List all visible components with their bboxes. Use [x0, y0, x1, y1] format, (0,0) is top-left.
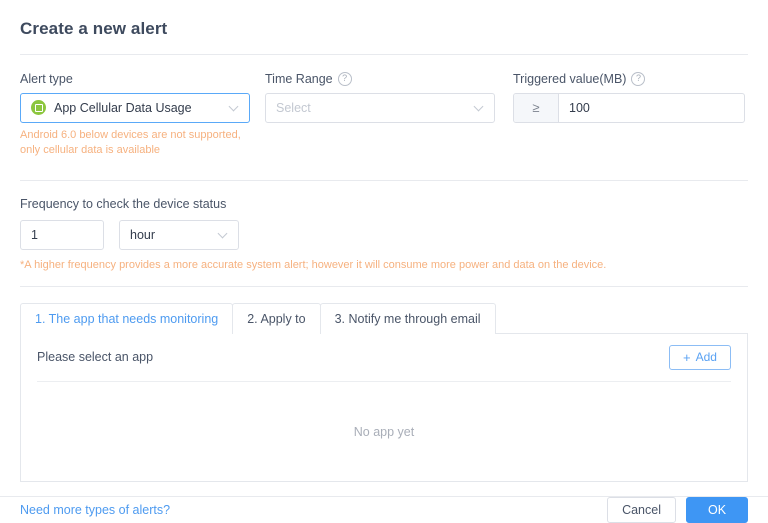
empty-state: No app yet	[37, 382, 731, 482]
time-range-field: Time Range Select	[265, 71, 495, 158]
time-range-label-text: Time Range	[265, 71, 333, 86]
tab-label: 3. Notify me through email	[334, 311, 481, 326]
section-divider-1	[20, 179, 748, 181]
question-circle-icon[interactable]	[337, 71, 352, 86]
empty-state-text: No app yet	[353, 424, 415, 439]
tab-label: 1. The app that needs monitoring	[35, 311, 219, 326]
question-circle-icon[interactable]	[631, 71, 646, 86]
alert-type-warning: Android 6.0 below devices are not suppor…	[20, 128, 241, 156]
panel-header: Please select an app + Add	[37, 334, 731, 382]
dialog-body: Alert type App Cellular Data Usage Andro…	[0, 55, 768, 482]
add-app-button[interactable]: + Add	[669, 344, 731, 370]
dialog-header: Create a new alert	[0, 0, 768, 40]
tab-label: 2. Apply to	[247, 311, 306, 326]
time-range-select[interactable]: Select	[265, 92, 495, 123]
frequency-section: Frequency to check the device status 1 h…	[20, 197, 748, 273]
triggered-value-group: ≥ 100	[513, 92, 745, 123]
ok-button[interactable]: OK	[686, 496, 748, 523]
frequency-count-value: 1	[31, 227, 38, 242]
time-range-label: Time Range	[265, 71, 495, 87]
alert-type-label: Alert type	[20, 71, 250, 87]
alert-type-field: Alert type App Cellular Data Usage Andro…	[20, 71, 250, 158]
tab-panel: Please select an app + Add No app yet	[20, 332, 748, 482]
cancel-button[interactable]: Cancel	[607, 496, 676, 523]
frequency-unit-value: hour	[130, 227, 156, 242]
tab-apply-to[interactable]: 2. Apply to	[232, 302, 321, 334]
tab-list: 1. The app that needs monitoring 2. Appl…	[20, 302, 748, 334]
chevron-down-icon	[475, 103, 484, 112]
alert-type-label-text: Alert type	[20, 71, 73, 86]
section-divider-2	[20, 285, 748, 287]
tab-app-monitoring[interactable]: 1. The app that needs monitoring	[20, 302, 234, 334]
footer-actions: Cancel OK	[607, 496, 748, 523]
tab-notify-email[interactable]: 3. Notify me through email	[319, 302, 496, 334]
app-package-icon	[31, 100, 46, 116]
triggered-value-operator[interactable]: ≥	[514, 93, 559, 122]
triggered-value-field: Triggered value(MB) ≥ 100	[513, 71, 745, 158]
frequency-hint: *A higher frequency provides a more accu…	[20, 258, 607, 271]
triggered-value-label: Triggered value(MB)	[513, 71, 745, 87]
monitoring-tabs-section: 1. The app that needs monitoring 2. Appl…	[20, 302, 748, 482]
select-app-label: Please select an app	[37, 350, 154, 365]
triggered-value-input[interactable]: 100	[559, 94, 744, 122]
frequency-label: Frequency to check the device status	[20, 196, 227, 211]
dialog-footer: Need more types of alerts? Cancel OK	[0, 496, 768, 523]
chevron-down-icon	[230, 103, 239, 112]
plus-icon: +	[683, 349, 691, 365]
time-range-placeholder: Select	[276, 100, 311, 115]
chevron-down-icon	[219, 230, 228, 239]
frequency-row: 1 hour	[20, 219, 748, 250]
frequency-unit-select[interactable]: hour	[119, 219, 239, 250]
frequency-count-input[interactable]: 1	[20, 219, 104, 250]
triggered-value-label-text: Triggered value(MB)	[513, 71, 627, 86]
more-alert-types-link[interactable]: Need more types of alerts?	[20, 503, 170, 517]
add-button-label: Add	[695, 350, 717, 365]
create-alert-dialog: Create a new alert Alert type App Cellul…	[0, 0, 768, 523]
page-title: Create a new alert	[20, 19, 168, 38]
alert-config-row: Alert type App Cellular Data Usage Andro…	[20, 71, 748, 158]
alert-type-value: App Cellular Data Usage	[54, 100, 192, 115]
alert-type-select[interactable]: App Cellular Data Usage	[20, 92, 250, 123]
